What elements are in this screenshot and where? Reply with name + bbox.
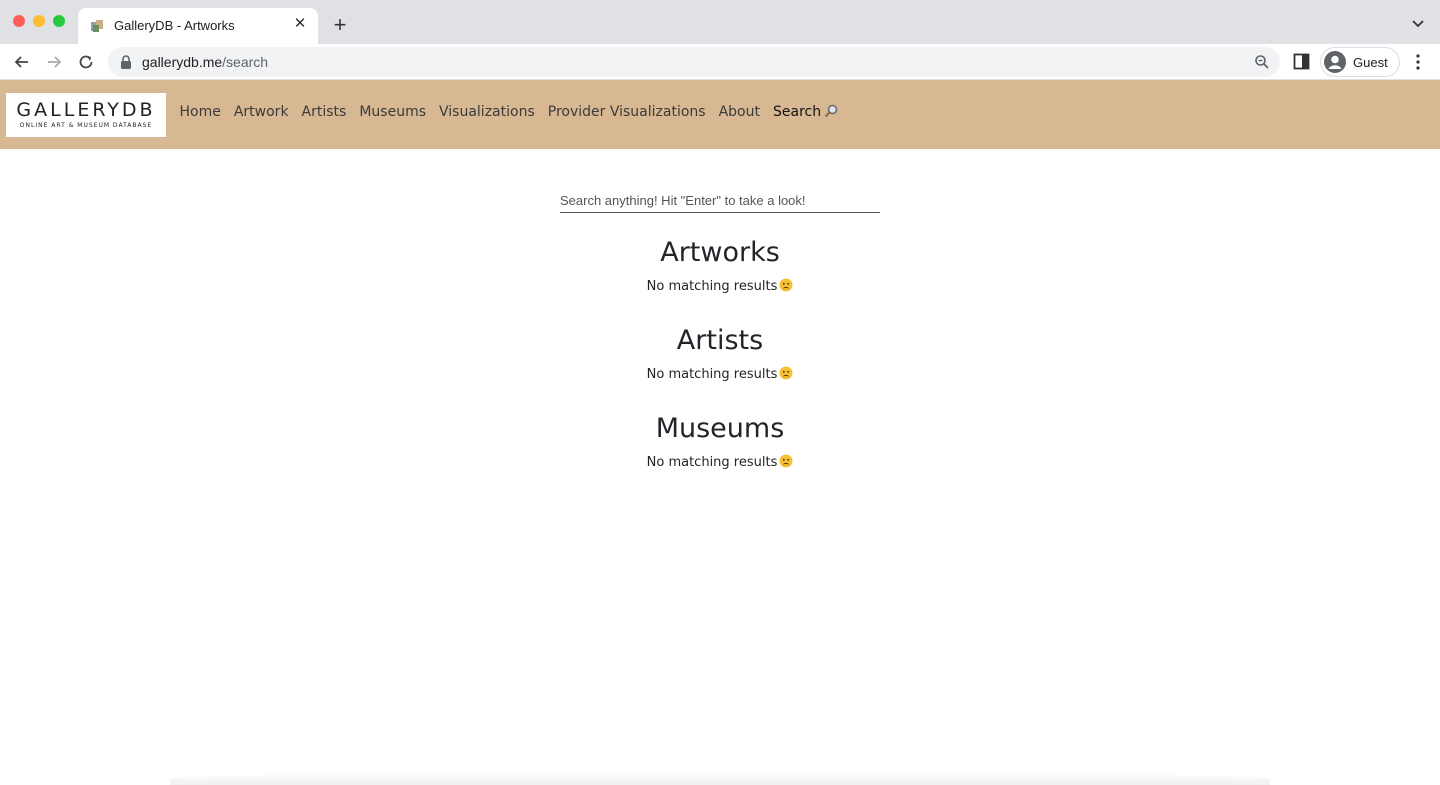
url-path: /search bbox=[222, 54, 269, 70]
zoom-icon[interactable] bbox=[1254, 54, 1270, 70]
site-navbar: GALLERYDB ONLINE ART & MUSEUM DATABASE H… bbox=[0, 80, 1440, 149]
avatar-icon bbox=[1324, 51, 1346, 73]
lock-icon bbox=[121, 55, 131, 69]
worried-face-emoji-icon bbox=[779, 366, 793, 380]
browser-tab-strip: GalleryDB - Artworks ✕ + bbox=[0, 0, 1440, 44]
worried-face-emoji-icon bbox=[779, 278, 793, 292]
museums-empty-message: No matching results bbox=[520, 454, 920, 470]
footer-shadow bbox=[170, 772, 1270, 785]
side-panel-icon[interactable] bbox=[1293, 53, 1310, 70]
nav-link-museums[interactable]: Museums bbox=[353, 104, 433, 120]
reload-icon bbox=[79, 55, 93, 69]
artists-heading: Artists bbox=[676, 325, 764, 356]
nav-link-artists[interactable]: Artists bbox=[295, 104, 353, 120]
back-button[interactable] bbox=[10, 50, 34, 74]
chevron-down-icon[interactable] bbox=[1410, 15, 1426, 31]
profile-button[interactable]: Guest bbox=[1320, 47, 1400, 77]
url-host: gallerydb.me bbox=[142, 54, 223, 70]
logo-title: GALLERYDB bbox=[16, 99, 156, 121]
search-input[interactable] bbox=[560, 188, 880, 212]
close-window-button[interactable] bbox=[13, 15, 25, 27]
nav-link-home[interactable]: Home bbox=[173, 104, 227, 120]
nav-link-search-label: Search bbox=[772, 104, 822, 120]
artists-section: Artists No matching results bbox=[520, 325, 920, 382]
nav-links: Home Artwork Artists Museums Visualizati… bbox=[173, 104, 845, 120]
minimize-window-button[interactable] bbox=[33, 15, 45, 27]
kebab-menu-icon[interactable] bbox=[1410, 53, 1426, 71]
museums-empty-text: No matching results bbox=[646, 455, 778, 470]
new-tab-icon[interactable]: + bbox=[330, 14, 350, 36]
close-tab-icon[interactable]: ✕ bbox=[292, 16, 308, 32]
artworks-section: Artworks No matching results bbox=[520, 237, 920, 294]
search-field[interactable] bbox=[560, 188, 880, 213]
artworks-empty-text: No matching results bbox=[646, 279, 778, 294]
logo-subtitle: ONLINE ART & MUSEUM DATABASE bbox=[19, 122, 153, 129]
artworks-heading: Artworks bbox=[660, 237, 780, 268]
magnifier-icon bbox=[824, 104, 838, 118]
nav-link-search[interactable]: Search bbox=[766, 104, 844, 120]
profile-label: Guest bbox=[1353, 55, 1388, 70]
arrow-right-icon bbox=[48, 56, 62, 68]
browser-toolbar: gallerydb.me/search Guest bbox=[0, 44, 1440, 80]
nav-link-visualizations[interactable]: Visualizations bbox=[433, 104, 542, 120]
artists-empty-text: No matching results bbox=[646, 367, 778, 382]
artists-empty-message: No matching results bbox=[520, 366, 920, 382]
nav-link-about[interactable]: About bbox=[712, 104, 766, 120]
museums-heading: Museums bbox=[655, 413, 785, 444]
browser-tab[interactable]: GalleryDB - Artworks ✕ bbox=[78, 8, 318, 44]
nav-link-artwork[interactable]: Artwork bbox=[227, 104, 295, 120]
forward-button[interactable] bbox=[42, 50, 66, 74]
address-bar[interactable]: gallerydb.me/search bbox=[108, 47, 1280, 77]
reload-button[interactable] bbox=[74, 50, 98, 74]
maximize-window-button[interactable] bbox=[53, 15, 65, 27]
worried-face-emoji-icon bbox=[779, 454, 793, 468]
nav-link-provider-visualizations[interactable]: Provider Visualizations bbox=[541, 104, 712, 120]
site-logo[interactable]: GALLERYDB ONLINE ART & MUSEUM DATABASE bbox=[6, 93, 166, 137]
url-text: gallerydb.me/search bbox=[142, 54, 268, 70]
artworks-empty-message: No matching results bbox=[520, 278, 920, 294]
gallery-favicon-icon bbox=[91, 20, 103, 32]
museums-section: Museums No matching results bbox=[520, 413, 920, 470]
arrow-left-icon bbox=[14, 56, 28, 68]
tab-title: GalleryDB - Artworks bbox=[114, 18, 235, 33]
